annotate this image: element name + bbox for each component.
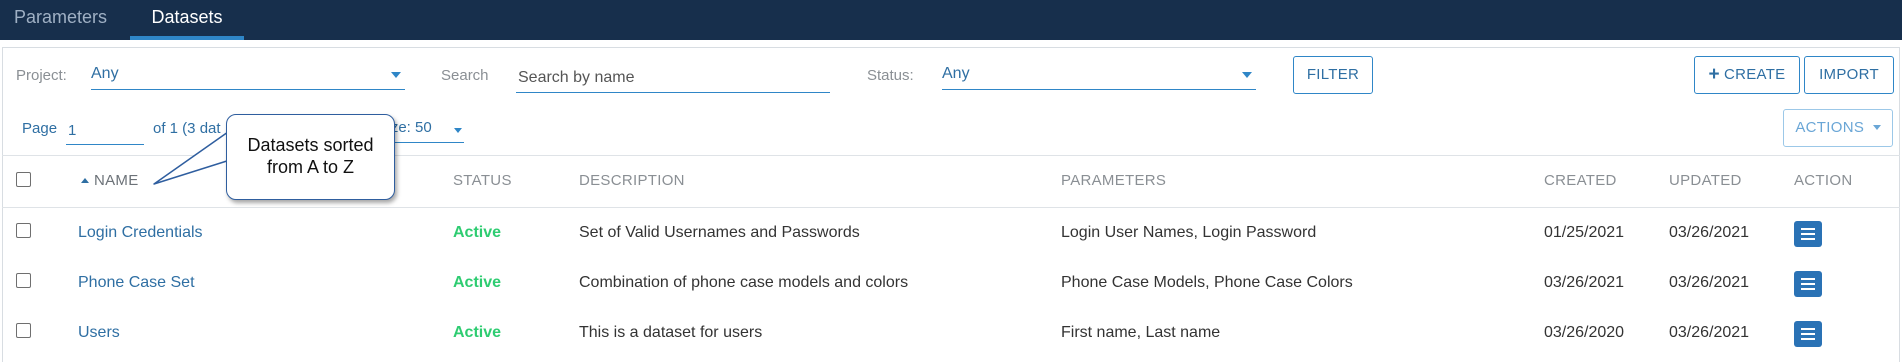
filter-button[interactable]: FILTER [1293, 56, 1373, 94]
row-action-button[interactable] [1794, 321, 1822, 347]
status-badge: Active [453, 224, 502, 241]
updated-date: 03/26/2021 [1669, 274, 1750, 291]
row-checkbox[interactable] [16, 273, 31, 288]
page-number-input[interactable] [66, 117, 144, 145]
callout-line-2: from A to Z [266, 157, 355, 177]
page-label: Page [22, 120, 58, 137]
dataset-parameters: Login User Names, Login Password [1061, 224, 1317, 241]
callout-line-1: Datasets sorted [247, 135, 374, 155]
menu-lines-icon [1801, 338, 1815, 340]
menu-lines-icon [1801, 233, 1815, 235]
dataset-parameters: Phone Case Models, Phone Case Colors [1061, 274, 1353, 291]
menu-lines-icon [1801, 283, 1815, 285]
row-action-button[interactable] [1794, 221, 1822, 247]
dataset-name-link[interactable]: Login Credentials [78, 224, 203, 242]
tab-datasets[interactable]: Datasets [130, 0, 244, 40]
dataset-name-link[interactable]: Phone Case Set [78, 274, 195, 292]
chevron-down-icon [1872, 125, 1881, 130]
menu-lines-icon [1801, 238, 1815, 240]
search-label: Search [441, 67, 489, 84]
menu-lines-icon [1801, 228, 1815, 230]
select-all-checkbox[interactable] [16, 172, 31, 187]
status-badge: Active [453, 324, 502, 341]
column-header-name-label: NAME [94, 172, 139, 189]
import-button[interactable]: IMPORT [1804, 56, 1894, 94]
plus-icon: + [1708, 64, 1720, 85]
project-label: Project: [16, 67, 67, 84]
status-dropdown[interactable]: Any [942, 60, 1256, 90]
project-dropdown[interactable]: Any [91, 60, 405, 90]
status-label: Status: [867, 67, 914, 84]
chevron-down-icon [391, 72, 401, 78]
tab-parameters[interactable]: Parameters [0, 0, 121, 40]
column-header-description[interactable]: DESCRIPTION [579, 172, 685, 189]
created-date: 01/25/2021 [1544, 224, 1625, 241]
created-date: 03/26/2021 [1544, 274, 1625, 291]
chevron-down-icon [454, 128, 462, 133]
dataset-description: Set of Valid Usernames and Passwords [579, 224, 860, 241]
updated-date: 03/26/2021 [1669, 224, 1750, 241]
dataset-parameters: First name, Last name [1061, 324, 1221, 341]
column-header-updated[interactable]: UPDATED [1669, 172, 1742, 189]
status-badge: Active [453, 274, 502, 291]
column-header-created[interactable]: CREATED [1544, 172, 1617, 189]
column-header-action: ACTION [1794, 172, 1853, 189]
menu-lines-icon [1801, 328, 1815, 330]
project-dropdown-value: Any [91, 65, 119, 82]
top-nav-bar: Parameters Datasets [0, 0, 1902, 40]
actions-button-label: ACTIONS [1795, 119, 1865, 136]
create-button[interactable]: + CREATE [1694, 56, 1800, 94]
menu-lines-icon [1801, 333, 1815, 335]
column-header-status[interactable]: STATUS [453, 172, 512, 189]
actions-button[interactable]: ACTIONS [1783, 109, 1893, 147]
status-dropdown-value: Any [942, 65, 970, 82]
chevron-down-icon [1242, 72, 1252, 78]
search-input[interactable] [516, 63, 830, 93]
sort-ascending-icon [81, 178, 89, 183]
datasets-panel [2, 47, 1900, 362]
created-date: 03/26/2020 [1544, 324, 1625, 341]
row-checkbox[interactable] [16, 223, 31, 238]
annotation-callout: Datasets sorted from A to Z [226, 114, 395, 200]
row-action-button[interactable] [1794, 271, 1822, 297]
dataset-description: This is a dataset for users [579, 324, 763, 341]
menu-lines-icon [1801, 288, 1815, 290]
column-header-name[interactable]: NAME [81, 172, 139, 189]
dataset-description: Combination of phone case models and col… [579, 274, 909, 291]
updated-date: 03/26/2021 [1669, 324, 1750, 341]
menu-lines-icon [1801, 278, 1815, 280]
header-divider [2, 207, 1900, 208]
row-checkbox[interactable] [16, 323, 31, 338]
dataset-name-link[interactable]: Users [78, 324, 120, 342]
create-button-label: CREATE [1723, 66, 1786, 83]
column-header-parameters[interactable]: PARAMETERS [1061, 172, 1166, 189]
